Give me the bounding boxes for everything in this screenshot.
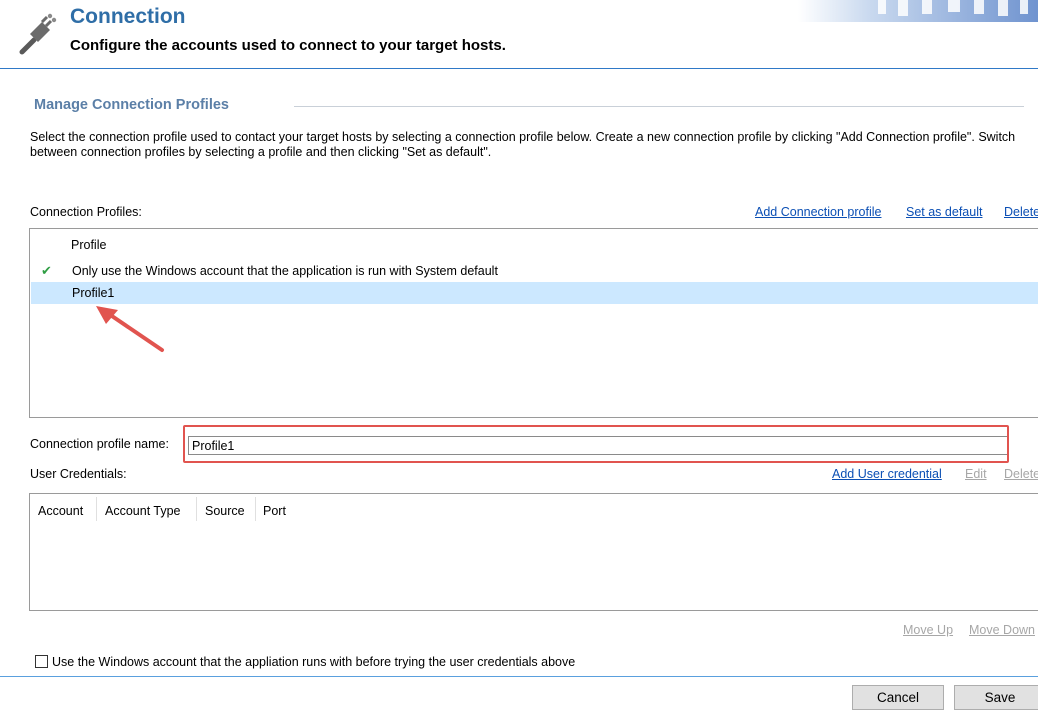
connection-profiles-list[interactable]: Profile ✔ Only use the Windows account t… [29, 228, 1038, 418]
windows-account-checkbox-label: Use the Windows account that the appliat… [52, 655, 576, 669]
checkmark-icon: ✔ [41, 263, 52, 278]
header-decoration [798, 0, 1038, 22]
edit-credential-link[interactable]: Edit [965, 467, 987, 481]
save-button[interactable]: Save [954, 685, 1038, 710]
page-header: Connection Configure the accounts used t… [0, 0, 1038, 68]
annotation-arrow-icon [90, 298, 170, 358]
connection-profiles-label: Connection Profiles: [30, 205, 142, 219]
plug-icon [16, 8, 60, 56]
section-title: Manage Connection Profiles [34, 97, 229, 113]
cancel-button[interactable]: Cancel [852, 685, 944, 710]
move-down-link[interactable]: Move Down [969, 623, 1035, 637]
add-user-credential-link[interactable]: Add User credential [832, 467, 942, 481]
delete-profile-link[interactable]: Delete [1004, 205, 1038, 219]
profile-name: Only use the Windows account that the ap… [72, 264, 498, 278]
column-header-source[interactable]: Source [197, 503, 245, 525]
profile-column-header[interactable]: Profile [71, 238, 106, 252]
set-as-default-link[interactable]: Set as default [906, 205, 982, 219]
section-description: Select the connection profile used to co… [30, 130, 1016, 159]
windows-account-checkbox[interactable] [35, 655, 48, 668]
add-connection-profile-link[interactable]: Add Connection profile [755, 205, 881, 219]
header-divider [0, 68, 1038, 69]
column-header-account[interactable]: Account [30, 503, 83, 525]
profile-row-selected[interactable]: Profile1 [31, 282, 1038, 304]
annotation-highlight-box [183, 425, 1009, 463]
page-title: Connection [70, 5, 186, 28]
footer-divider [0, 676, 1038, 677]
profile-row-default[interactable]: ✔ Only use the Windows account that the … [31, 260, 1038, 282]
delete-credential-link[interactable]: Delete [1004, 467, 1038, 481]
connection-profile-name-label: Connection profile name: [30, 437, 169, 451]
move-up-link[interactable]: Move Up [903, 623, 953, 637]
column-header-port[interactable]: Port [255, 503, 286, 525]
column-header-account-type[interactable]: Account Type [97, 503, 181, 525]
section-divider [294, 106, 1024, 107]
user-credentials-table[interactable]: Account Account Type Source Port [29, 493, 1038, 611]
page-subtitle: Configure the accounts used to connect t… [70, 37, 506, 54]
user-credentials-label: User Credentials: [30, 467, 127, 481]
